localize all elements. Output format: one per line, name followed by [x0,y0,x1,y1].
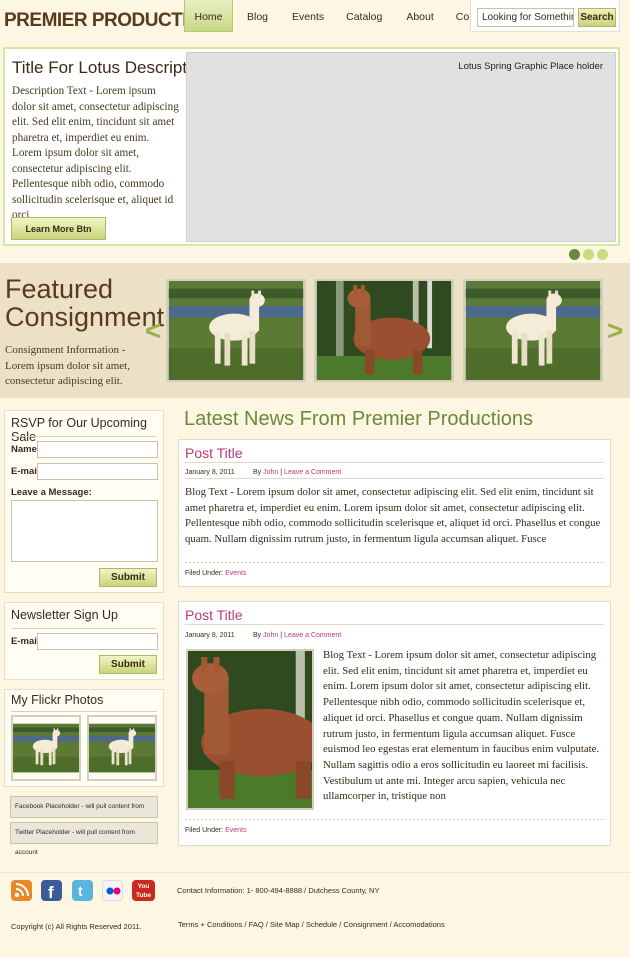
carousel-photo-3[interactable] [463,279,603,382]
hero-placeholder-label: Lotus Spring Graphic Place holder [458,61,603,72]
learn-more-button[interactable]: Learn More Btn [11,217,106,240]
rss-icon[interactable] [11,880,32,901]
footer-link-terms[interactable]: Terms + Conditions [178,920,242,929]
footer-link-accomodations[interactable]: Accomodations [393,920,444,929]
slider-dot-2[interactable] [583,249,594,260]
divider [11,711,157,712]
hero-graphic-placeholder: Lotus Spring Graphic Place holder [186,52,616,242]
featured-title-line2: Consignment [5,302,165,332]
hero-description: Description Text - Lorem ipsum dolor sit… [12,85,179,221]
newsletter-submit-button[interactable]: Submit [99,655,157,674]
post-date: January 8, 2011 [185,632,235,639]
newsletter-email-field[interactable] [37,633,158,650]
featured-description: Consignment Information - Lorem ipsum do… [5,344,130,387]
name-field[interactable] [37,441,158,458]
divider [185,478,604,479]
featured-title: Featured Consignment [5,275,164,331]
divider [185,562,604,563]
author-link[interactable]: John [263,469,278,476]
divider [185,462,604,463]
by-label: By [253,469,262,476]
slider-dots [569,249,608,260]
youtube-icon[interactable]: You Tube [132,880,155,901]
slider-dot-1[interactable] [569,249,580,260]
news-heading: Latest News From Premier Productions [184,408,534,430]
post-title[interactable]: Post Title [185,607,243,623]
message-label: Leave a Message: [11,487,92,498]
hero-panel: Title For Lotus Description Description … [3,47,620,246]
featured-consignment: Featured Consignment Consignment Informa… [0,263,630,398]
post-body: Blog Text - Lorem ipsum dolor sit amet, … [185,486,601,546]
youtube-label: You Tube [135,883,152,899]
svg-text:f: f [48,883,54,901]
divider [11,628,157,629]
divider [185,819,604,820]
search-input[interactable] [477,8,574,27]
flickr-photo-2[interactable] [87,715,157,781]
meta-separator: | [280,469,283,476]
search-button[interactable]: Search [578,8,616,27]
author-link[interactable]: John [263,632,278,639]
slider-dot-3[interactable] [597,249,608,260]
site-header: PREMIER PRODUCTIONS Home Blog Events Cat… [0,0,630,44]
search-box: Search [470,0,620,32]
blog-post: Post Title January 8, 2011 By John | Lea… [178,601,611,846]
footer-link-consignment[interactable]: Consignment [343,920,387,929]
twitter-icon[interactable]: t [72,880,93,901]
carousel-photo-1[interactable] [166,279,306,382]
meta-separator: | [280,632,283,639]
nav-blog[interactable]: Blog [237,0,278,32]
carousel-photo-2[interactable] [314,279,454,382]
post-body: Blog Text - Lorem ipsum dolor sit amet, … [323,649,600,803]
divider [185,624,604,625]
category-link[interactable]: Events [225,570,246,577]
filed-label: Filed Under: [185,570,224,577]
by-label: By [253,632,262,639]
nav-about[interactable]: About [396,0,443,32]
facebook-icon[interactable]: f [41,880,62,902]
leave-comment-link[interactable]: Leave a Comment [284,469,341,476]
newsletter-title: Newsletter Sign Up [11,608,118,622]
carousel-next-arrow-icon[interactable]: > [607,315,623,347]
divider [11,436,157,437]
filed-under: Filed Under: Events [185,827,247,834]
post-date: January 8, 2011 [185,469,235,476]
footer-links: Terms + Conditions / FAQ / Site Map / Sc… [178,920,445,929]
rsvp-submit-button[interactable]: Submit [99,568,157,587]
flickr-title: My Flickr Photos [11,693,104,707]
svg-text:t: t [78,883,83,899]
name-label: Name: [11,444,41,455]
flickr-box: My Flickr Photos [4,689,164,787]
email-field[interactable] [37,463,158,480]
newsletter-box: Newsletter Sign Up E-mail: Submit [4,602,164,680]
post-title[interactable]: Post Title [185,445,243,461]
nav-catalog[interactable]: Catalog [336,0,392,32]
flickr-icon[interactable] [102,880,123,901]
twitter-placeholder: Twitter Placeholder - will pull content … [10,822,158,856]
flickr-photo-1[interactable] [11,715,81,781]
nav-events[interactable]: Events [282,0,334,32]
footer-link-sitemap[interactable]: Site Map [270,920,300,929]
filed-label: Filed Under: [185,827,224,834]
blog-post: Post Title January 8, 2011 By John | Lea… [178,439,611,587]
post-photo[interactable] [186,649,314,810]
category-link[interactable]: Events [225,827,246,834]
copyright: Copyright (c) All Rights Reserved 2011. [11,922,142,931]
post-byline: By John | Leave a Comment [253,469,341,476]
contact-info: Contact Information: 1- 800-494-8888 / D… [177,886,380,895]
rsvp-box: RSVP for Our Upcoming Sale Name: E-mail:… [4,410,164,593]
main-nav: Home Blog Events Catalog About Contact [184,0,502,32]
footer-link-schedule[interactable]: Schedule [306,920,337,929]
message-field[interactable] [11,500,158,562]
rsvp-title: RSVP for Our Upcoming Sale [11,416,147,444]
hero-title: Title For Lotus Description [12,58,210,77]
post-byline: By John | Leave a Comment [253,632,341,639]
featured-title-line1: Featured [5,274,114,304]
carousel-prev-arrow-icon[interactable]: < [145,315,161,347]
leave-comment-link[interactable]: Leave a Comment [284,632,341,639]
footer-link-faq[interactable]: FAQ [249,920,264,929]
nav-home[interactable]: Home [184,0,233,32]
filed-under: Filed Under: Events [185,570,247,577]
facebook-placeholder: Facebook Placeholder - will pull content… [10,796,158,830]
